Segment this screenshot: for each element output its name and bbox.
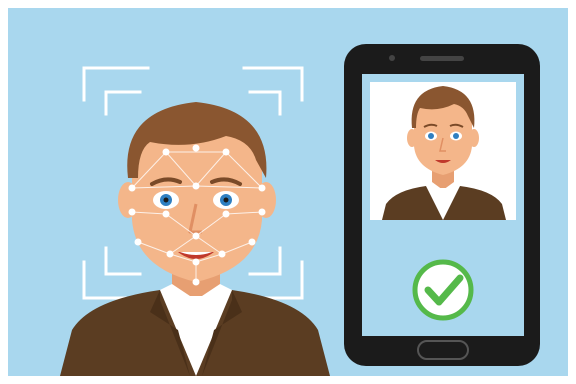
- checkmark-icon: [412, 259, 474, 321]
- face-recognition-illustration: [0, 0, 576, 384]
- phone-face-photo: [370, 82, 516, 220]
